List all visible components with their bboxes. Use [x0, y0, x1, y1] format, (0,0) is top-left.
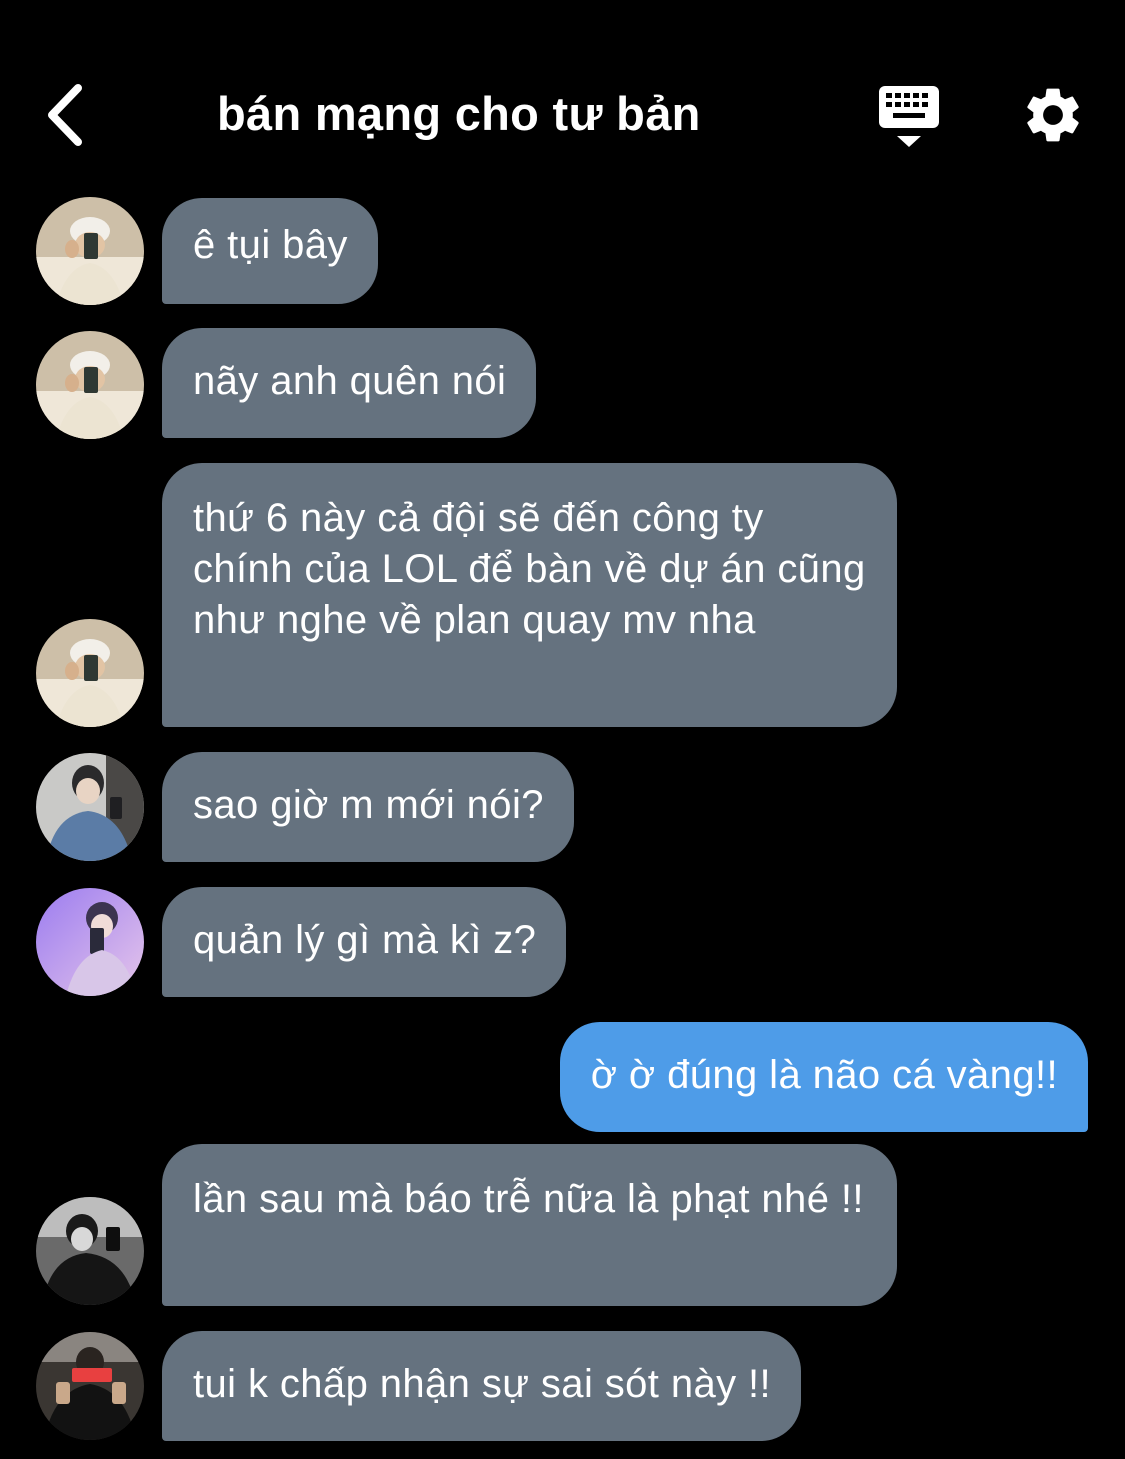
- avatar[interactable]: [36, 888, 144, 996]
- message-bubble[interactable]: nãy anh quên nói: [162, 328, 537, 438]
- chat-header: bán mạng cho tư bản: [0, 0, 1125, 190]
- avatar-beanie-image: [36, 197, 144, 305]
- avatar[interactable]: [36, 331, 144, 439]
- avatar-beanie-image: [36, 619, 144, 727]
- avatar-gym-image: [36, 1332, 144, 1440]
- keyboard-icon: [879, 86, 939, 147]
- gear-icon: [1027, 88, 1079, 142]
- keyboard-button[interactable]: [876, 84, 942, 150]
- message-bubble[interactable]: lần sau mà báo trễ nữa là phạt nhé !!: [162, 1144, 897, 1306]
- avatar-denim-image: [36, 753, 144, 861]
- settings-button[interactable]: [1020, 82, 1086, 148]
- message-bubble[interactable]: thứ 6 này cả đội sẽ đến công ty chính củ…: [162, 463, 897, 727]
- message-bubble[interactable]: tui k chấp nhận sự sai sót này !!: [162, 1331, 802, 1441]
- avatar-beanie-image: [36, 331, 144, 439]
- avatar-purple-image: [36, 888, 144, 996]
- message-bubble-outgoing[interactable]: ờ ờ đúng là não cá vàng!!: [559, 1022, 1088, 1132]
- message-text: thứ 6 này cả đội sẽ đến công ty chính củ…: [193, 496, 866, 642]
- message-text: quản lý gì mà kì z?: [193, 918, 537, 962]
- message-text: ê tụi bây: [193, 223, 348, 267]
- avatar[interactable]: [36, 619, 144, 727]
- avatar[interactable]: [36, 197, 144, 305]
- avatar-mono-image: [36, 1197, 144, 1305]
- message-text: tui k chấp nhận sự sai sót này !!: [193, 1362, 772, 1406]
- chat-title: bán mạng cho tư bản: [217, 87, 701, 140]
- message-bubble[interactable]: sao giờ m mới nói?: [162, 752, 574, 862]
- avatar[interactable]: [36, 753, 144, 861]
- message-text: nãy anh quên nói: [193, 359, 507, 403]
- avatar[interactable]: [36, 1332, 144, 1440]
- message-bubble[interactable]: ê tụi bây: [162, 198, 378, 304]
- chevron-left-icon: [48, 84, 82, 146]
- back-button[interactable]: [40, 80, 100, 150]
- message-text: sao giờ m mới nói?: [193, 783, 544, 827]
- message-text: ờ ờ đúng là não cá vàng!!: [590, 1053, 1058, 1097]
- message-text: lần sau mà báo trễ nữa là phạt nhé !!: [193, 1177, 864, 1221]
- message-bubble[interactable]: quản lý gì mà kì z?: [162, 887, 567, 997]
- avatar[interactable]: [36, 1197, 144, 1305]
